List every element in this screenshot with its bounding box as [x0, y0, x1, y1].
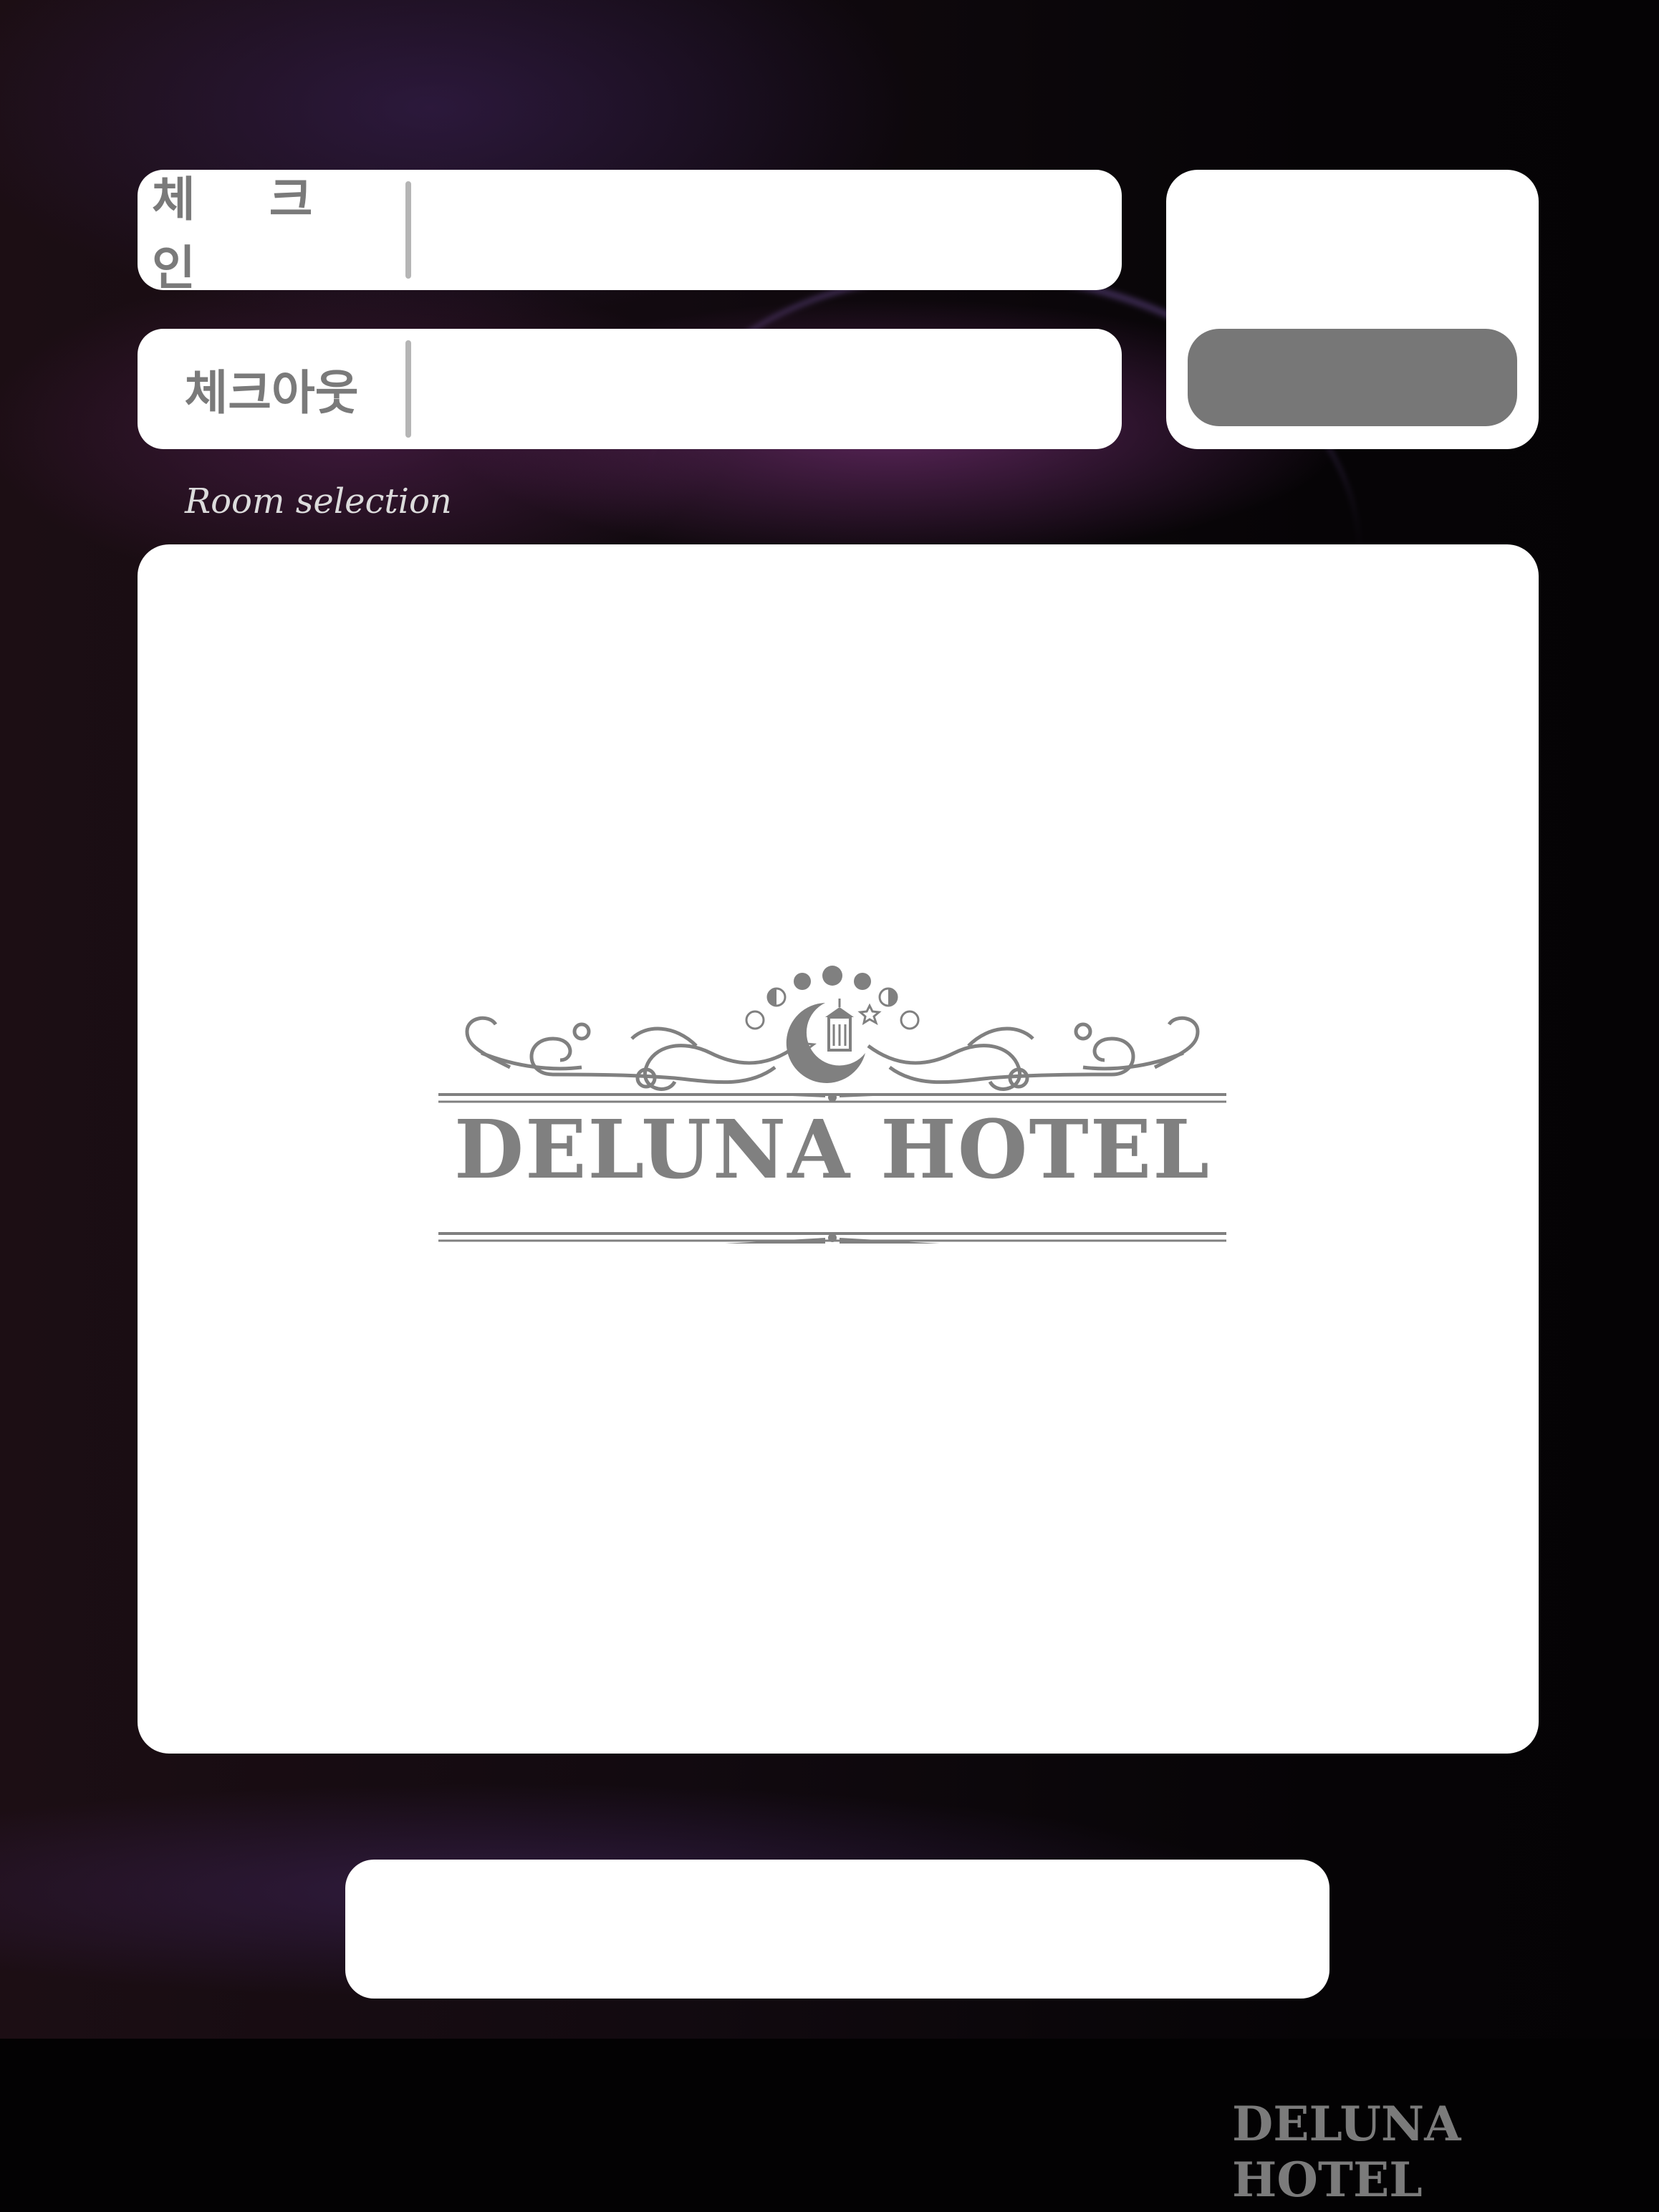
checkout-label: 체크아웃: [184, 365, 359, 420]
hotel-logo: DELUNA HOTEL: [438, 946, 1226, 1246]
checkin-input[interactable]: [421, 184, 1097, 277]
logo-text: DELUNA HOTEL: [454, 1103, 1211, 1197]
bottom-input[interactable]: [374, 1881, 1301, 1978]
submit-button[interactable]: [1188, 329, 1517, 426]
footer-brand: DELUNA HOTEL: [1232, 2096, 1461, 2208]
checkout-input[interactable]: [421, 343, 1097, 436]
side-panel: [1166, 170, 1539, 449]
checkin-field[interactable]: 체 크 인: [138, 170, 1122, 296]
checkin-label: 체 크 인: [152, 171, 342, 296]
checkin-divider: [405, 181, 411, 279]
checkout-divider: [405, 340, 411, 438]
room-selection-panel[interactable]: DELUNA HOTEL: [138, 544, 1539, 1754]
checkout-field[interactable]: 체크아웃: [138, 329, 1122, 449]
crescent-moon-lantern-icon: [438, 966, 1226, 1244]
bottom-field[interactable]: [345, 1860, 1329, 1999]
room-selection-label: Room selection: [185, 481, 452, 521]
